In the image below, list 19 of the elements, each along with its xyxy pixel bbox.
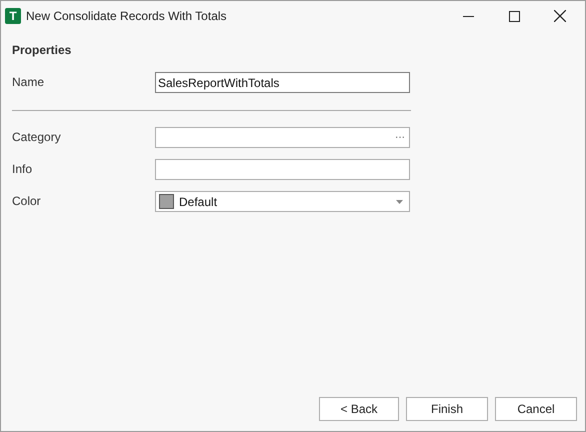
field-label: Info (12, 160, 34, 178)
dialog-button[interactable]: Cancel (495, 397, 577, 421)
input-field[interactable] (155, 159, 410, 180)
maximize-icon (508, 10, 520, 22)
input-field[interactable]: SalesReportWithTotals (155, 72, 410, 93)
dropdown-value: Default (179, 194, 218, 210)
app-logo-icon: T (5, 8, 21, 24)
field-label: Name (12, 74, 46, 90)
window-title: New Consolidate Records With Totals (26, 8, 228, 25)
field-label: Color (12, 192, 42, 210)
dialog-button[interactable]: < Back (319, 397, 399, 421)
field-label: Category (12, 128, 62, 146)
color-dropdown[interactable]: Default (155, 191, 410, 212)
dialog-button[interactable]: Finish (406, 397, 488, 421)
dropdown-arrow-icon (396, 200, 403, 204)
input-field[interactable]: ··· (155, 127, 410, 148)
close-icon (554, 10, 566, 22)
section-title: Properties (12, 42, 72, 59)
browse-button[interactable]: ··· (395, 130, 405, 145)
